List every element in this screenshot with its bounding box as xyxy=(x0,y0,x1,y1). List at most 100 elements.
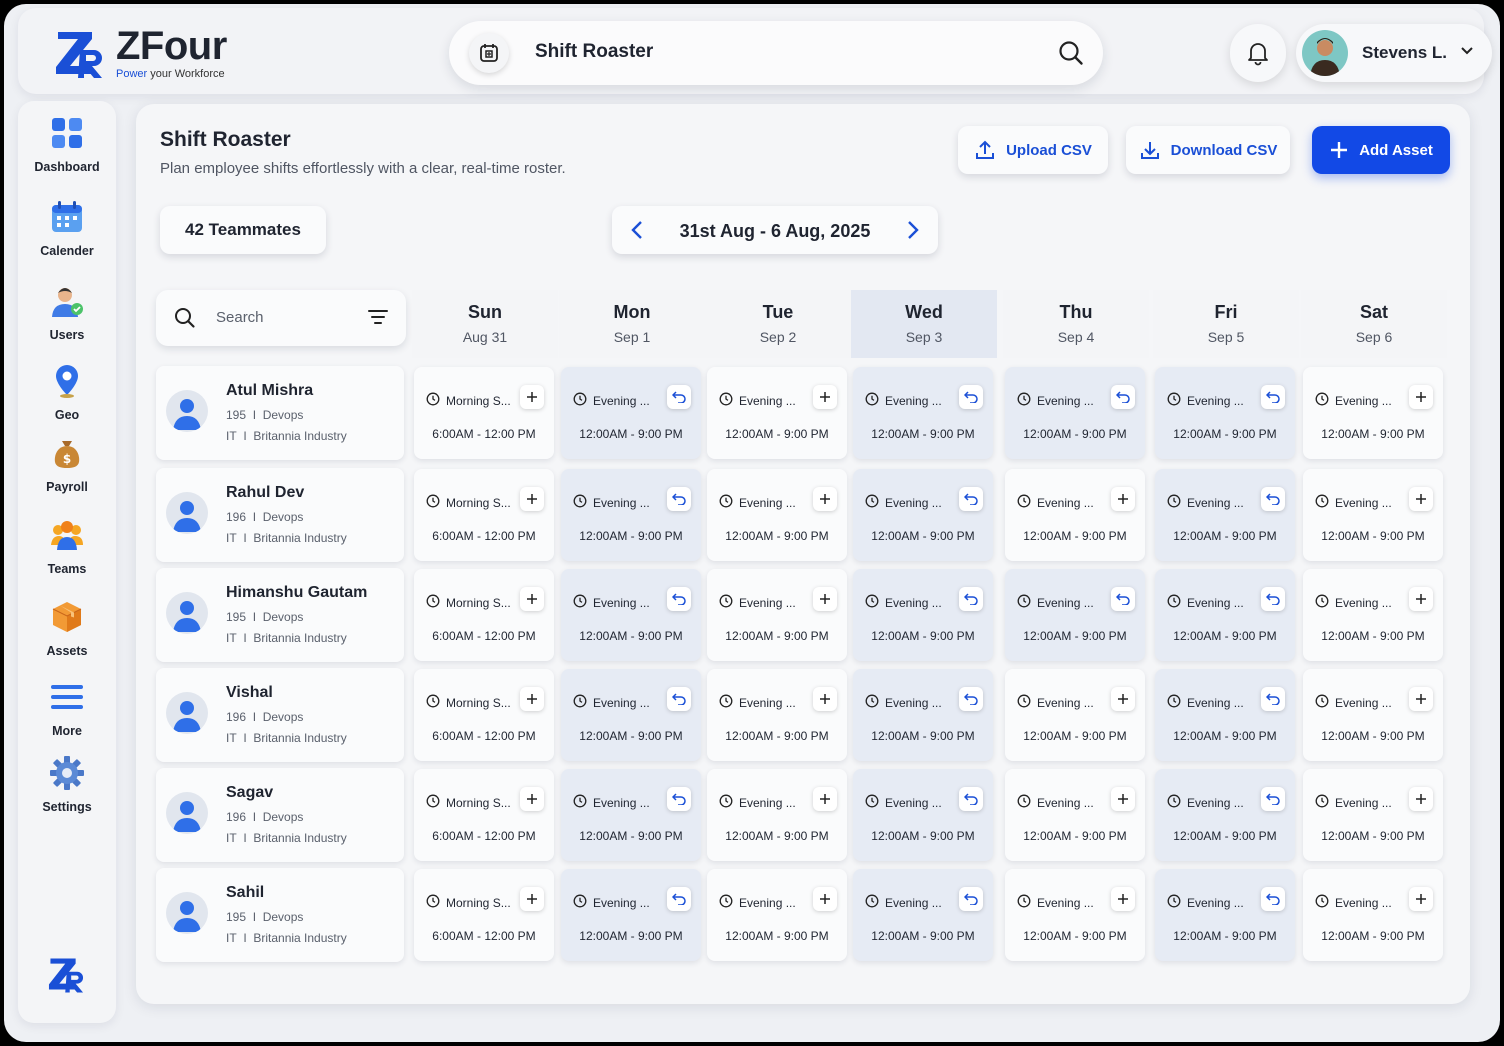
shift-cell[interactable]: Evening ... 12:00AM - 9:00 PM xyxy=(1155,569,1295,661)
shift-cell[interactable]: Evening ... 12:00AM - 9:00 PM xyxy=(1303,869,1443,961)
add-asset-button[interactable]: Add Asset xyxy=(1312,126,1450,174)
shift-cell[interactable]: Evening ... 12:00AM - 9:00 PM xyxy=(707,469,847,561)
shift-cell[interactable]: Evening ... 12:00AM - 9:00 PM xyxy=(853,669,993,761)
add-shift-button[interactable] xyxy=(1111,487,1135,511)
swap-shift-button[interactable] xyxy=(1261,787,1285,811)
download-csv-button[interactable]: Download CSV xyxy=(1126,126,1290,174)
sidebar-item-users[interactable]: Users xyxy=(18,283,116,342)
sidebar-item-settings[interactable]: Settings xyxy=(18,755,116,814)
shift-cell[interactable]: Evening ... 12:00AM - 9:00 PM xyxy=(707,569,847,661)
shift-cell[interactable]: Evening ... 12:00AM - 9:00 PM xyxy=(1005,569,1145,661)
shift-cell[interactable]: Evening ... 12:00AM - 9:00 PM xyxy=(853,469,993,561)
shift-cell[interactable]: Evening ... 12:00AM - 9:00 PM xyxy=(707,769,847,861)
swap-shift-button[interactable] xyxy=(667,385,691,409)
shift-cell[interactable]: Evening ... 12:00AM - 9:00 PM xyxy=(707,669,847,761)
swap-shift-button[interactable] xyxy=(667,487,691,511)
shift-cell[interactable]: Evening ... 12:00AM - 9:00 PM xyxy=(561,367,701,459)
swap-shift-button[interactable] xyxy=(667,687,691,711)
shift-cell[interactable]: Evening ... 12:00AM - 9:00 PM xyxy=(561,869,701,961)
swap-shift-button[interactable] xyxy=(1111,385,1135,409)
shift-cell[interactable]: Evening ... 12:00AM - 9:00 PM xyxy=(1155,469,1295,561)
user-menu[interactable]: Stevens L. xyxy=(1296,24,1492,82)
shift-cell[interactable]: Evening ... 12:00AM - 9:00 PM xyxy=(1005,769,1145,861)
shift-cell[interactable]: Evening ... 12:00AM - 9:00 PM xyxy=(1303,769,1443,861)
add-shift-button[interactable] xyxy=(520,587,544,611)
brand-logo[interactable]: ZFour Power your Workforce xyxy=(52,26,227,80)
add-shift-button[interactable] xyxy=(813,787,837,811)
employee-card[interactable]: Rahul Dev 196 I Devops IT I Britannia Indu… xyxy=(156,468,404,562)
shift-cell[interactable]: Evening ... 12:00AM - 9:00 PM xyxy=(853,869,993,961)
add-shift-button[interactable] xyxy=(813,587,837,611)
shift-cell[interactable]: Morning S... 6:00AM - 12:00 PM xyxy=(414,669,554,761)
shift-cell[interactable]: Evening ... 12:00AM - 9:00 PM xyxy=(853,769,993,861)
shift-cell[interactable]: Evening ... 12:00AM - 9:00 PM xyxy=(561,569,701,661)
swap-shift-button[interactable] xyxy=(667,887,691,911)
shift-cell[interactable]: Morning S... 6:00AM - 12:00 PM xyxy=(414,869,554,961)
sidebar-item-calender[interactable]: Calender xyxy=(18,199,116,258)
teammates-count[interactable]: 42 Teammates xyxy=(160,206,326,254)
shift-cell[interactable]: Evening ... 12:00AM - 9:00 PM xyxy=(1005,469,1145,561)
global-search-bar[interactable]: Shift Roaster xyxy=(449,21,1103,85)
swap-shift-button[interactable] xyxy=(1111,587,1135,611)
shift-cell[interactable]: Morning S... 6:00AM - 12:00 PM xyxy=(414,569,554,661)
shift-cell[interactable]: Evening ... 12:00AM - 9:00 PM xyxy=(707,367,847,459)
shift-cell[interactable]: Morning S... 6:00AM - 12:00 PM xyxy=(414,367,554,459)
shift-cell[interactable]: Evening ... 12:00AM - 9:00 PM xyxy=(1155,669,1295,761)
employee-card[interactable]: Atul Mishra 195 I Devops IT I Britannia In… xyxy=(156,366,404,460)
shift-cell[interactable]: Evening ... 12:00AM - 9:00 PM xyxy=(1005,669,1145,761)
add-shift-button[interactable] xyxy=(1409,385,1433,409)
shift-cell[interactable]: Evening ... 12:00AM - 9:00 PM xyxy=(1155,869,1295,961)
shift-cell[interactable]: Evening ... 12:00AM - 9:00 PM xyxy=(1005,869,1145,961)
filter-icon[interactable] xyxy=(368,309,388,325)
sidebar-item-dashboard[interactable]: Dashboard xyxy=(18,115,116,174)
swap-shift-button[interactable] xyxy=(959,787,983,811)
shift-cell[interactable]: Evening ... 12:00AM - 9:00 PM xyxy=(561,769,701,861)
add-shift-button[interactable] xyxy=(1409,787,1433,811)
shift-cell[interactable]: Evening ... 12:00AM - 9:00 PM xyxy=(561,469,701,561)
shift-cell[interactable]: Evening ... 12:00AM - 9:00 PM xyxy=(1303,469,1443,561)
swap-shift-button[interactable] xyxy=(959,587,983,611)
employee-card[interactable]: Himanshu Gautam 195 I Devops IT I Britanni… xyxy=(156,568,404,662)
swap-shift-button[interactable] xyxy=(959,487,983,511)
add-shift-button[interactable] xyxy=(1409,687,1433,711)
shift-cell[interactable]: Evening ... 12:00AM - 9:00 PM xyxy=(853,569,993,661)
swap-shift-button[interactable] xyxy=(667,787,691,811)
upload-csv-button[interactable]: Upload CSV xyxy=(958,126,1108,174)
shift-cell[interactable]: Evening ... 12:00AM - 9:00 PM xyxy=(853,367,993,459)
swap-shift-button[interactable] xyxy=(1261,487,1285,511)
swap-shift-button[interactable] xyxy=(667,587,691,611)
swap-shift-button[interactable] xyxy=(959,385,983,409)
shift-cell[interactable]: Evening ... 12:00AM - 9:00 PM xyxy=(1155,367,1295,459)
notifications-button[interactable] xyxy=(1230,24,1286,82)
employee-card[interactable]: Sagav 196 I Devops IT I Britannia Industry xyxy=(156,768,404,862)
sidebar-item-payroll[interactable]: $ Payroll xyxy=(18,435,116,494)
swap-shift-button[interactable] xyxy=(1261,687,1285,711)
shift-cell[interactable]: Evening ... 12:00AM - 9:00 PM xyxy=(1005,367,1145,459)
shift-cell[interactable]: Evening ... 12:00AM - 9:00 PM xyxy=(561,669,701,761)
add-shift-button[interactable] xyxy=(520,385,544,409)
add-shift-button[interactable] xyxy=(1409,587,1433,611)
add-shift-button[interactable] xyxy=(813,385,837,409)
add-shift-button[interactable] xyxy=(520,487,544,511)
add-shift-button[interactable] xyxy=(520,787,544,811)
add-shift-button[interactable] xyxy=(1409,887,1433,911)
shift-cell[interactable]: Evening ... 12:00AM - 9:00 PM xyxy=(1155,769,1295,861)
add-shift-button[interactable] xyxy=(813,487,837,511)
search-icon[interactable] xyxy=(1057,39,1085,67)
swap-shift-button[interactable] xyxy=(1261,385,1285,409)
chevron-right-icon[interactable] xyxy=(906,220,920,240)
add-shift-button[interactable] xyxy=(1111,687,1135,711)
add-shift-button[interactable] xyxy=(813,887,837,911)
add-shift-button[interactable] xyxy=(813,687,837,711)
add-shift-button[interactable] xyxy=(520,687,544,711)
shift-cell[interactable]: Evening ... 12:00AM - 9:00 PM xyxy=(1303,569,1443,661)
sidebar-item-teams[interactable]: Teams xyxy=(18,517,116,576)
swap-shift-button[interactable] xyxy=(1261,587,1285,611)
swap-shift-button[interactable] xyxy=(959,887,983,911)
add-shift-button[interactable] xyxy=(1111,887,1135,911)
swap-shift-button[interactable] xyxy=(959,687,983,711)
sidebar-item-geo[interactable]: Geo xyxy=(18,363,116,422)
shift-cell[interactable]: Evening ... 12:00AM - 9:00 PM xyxy=(707,869,847,961)
sidebar-item-more[interactable]: More xyxy=(18,679,116,738)
employee-card[interactable]: Sahil 195 I Devops IT I Britannia Industry xyxy=(156,868,404,962)
